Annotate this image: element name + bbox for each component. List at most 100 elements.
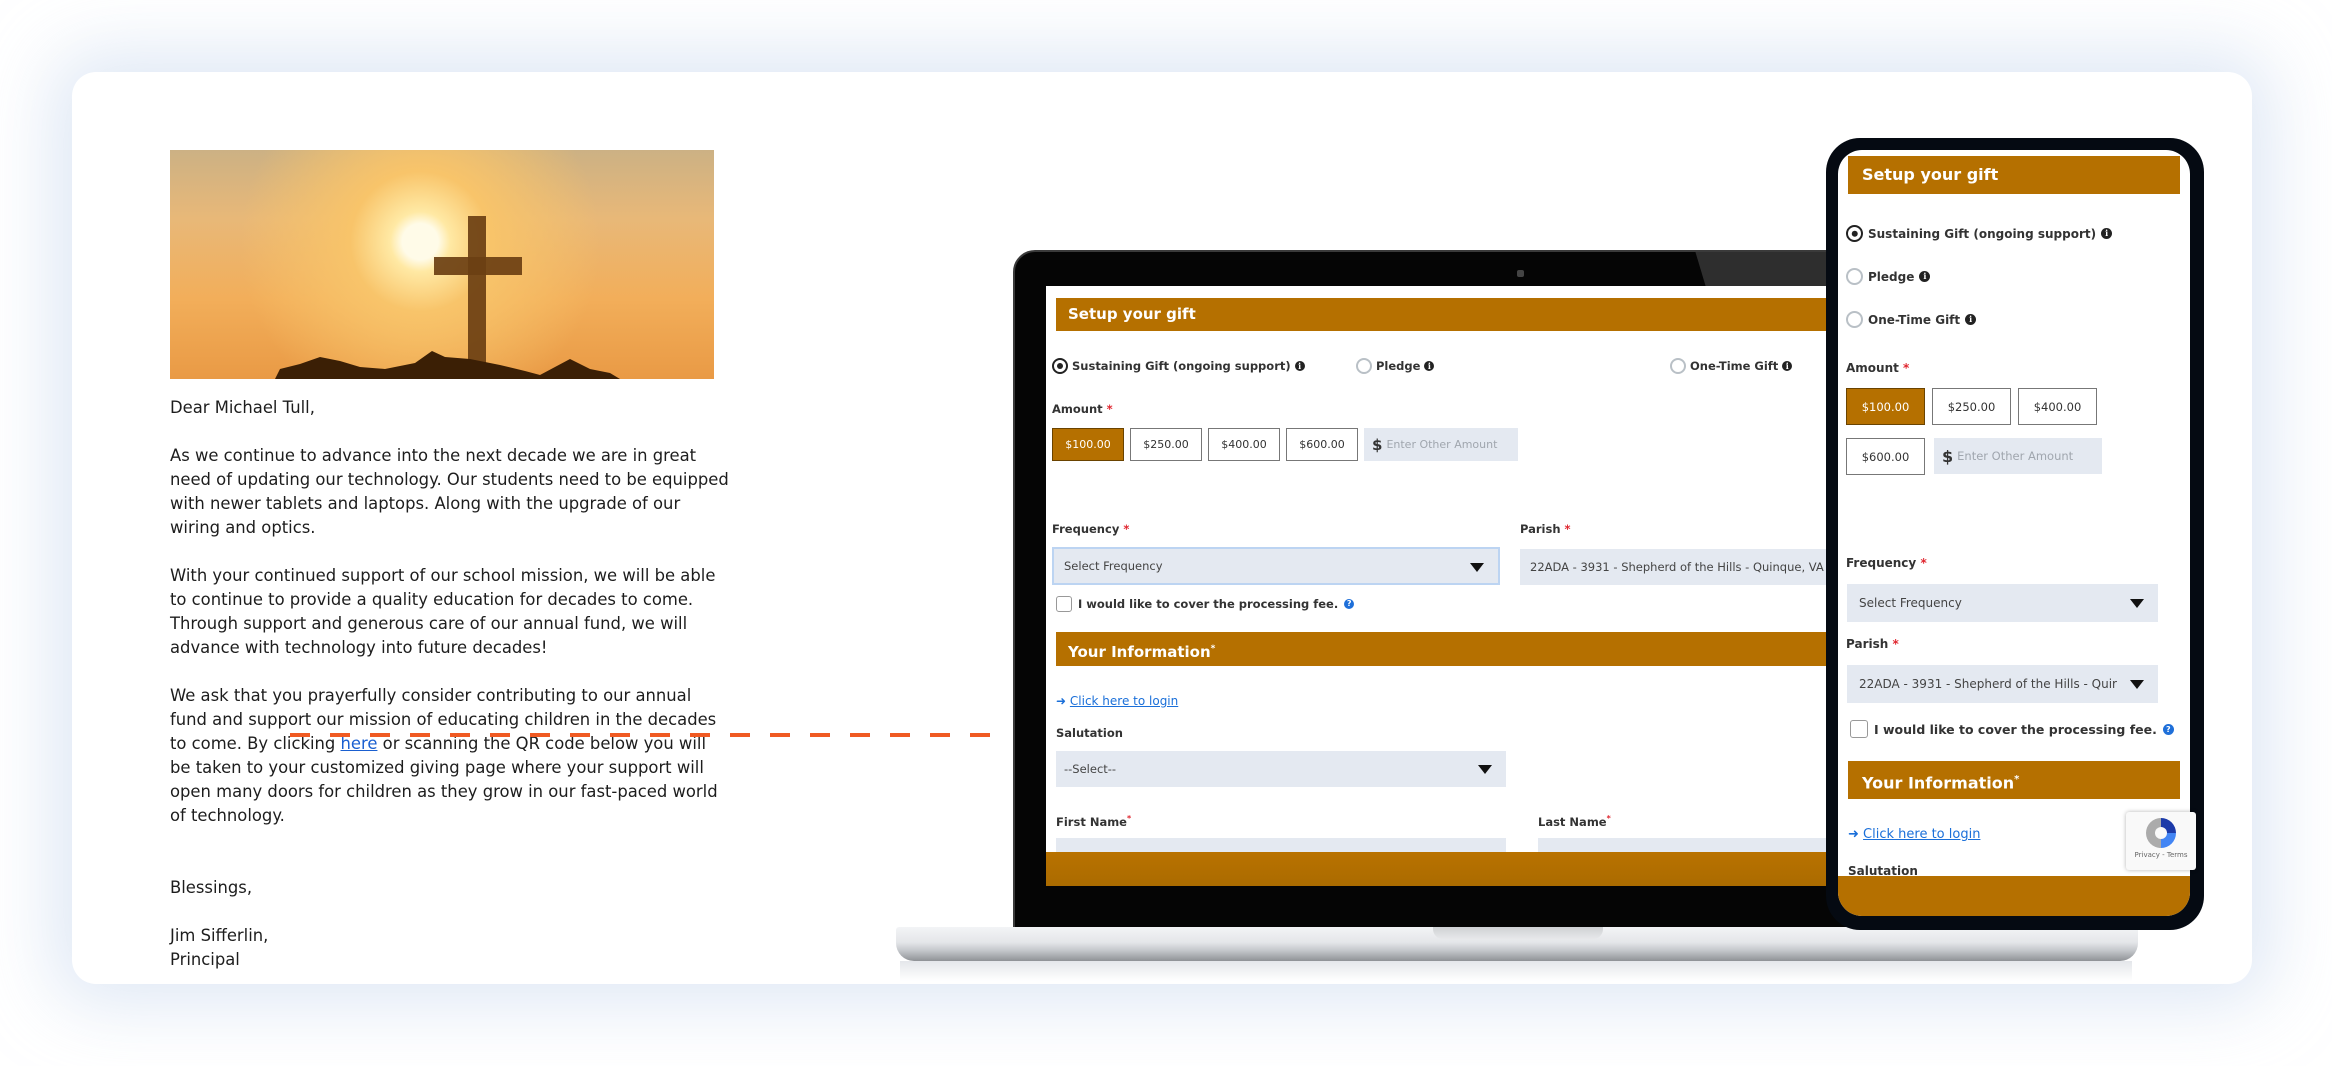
radio-button[interactable] — [1846, 311, 1863, 328]
last-name-label: Last Name* — [1538, 814, 1611, 829]
connector-dashed-line — [290, 733, 1010, 737]
parish-value: 22ADA - 3931 - Shepherd of the Hills - Q… — [1859, 677, 2117, 691]
rocks-silhouette — [275, 351, 620, 379]
info-icon[interactable]: i — [2101, 228, 2113, 239]
signature-title: Principal — [170, 950, 240, 969]
processing-fee-checkbox[interactable] — [1850, 720, 1868, 738]
info-icon[interactable]: i — [1782, 361, 1793, 371]
recaptcha-links[interactable]: Privacy - Terms — [2126, 851, 2196, 859]
amount-options-row-2: $600.00 $ Enter Other Amount — [1846, 438, 2102, 475]
setup-gift-header: Setup your gift — [1848, 156, 2180, 194]
frequency-value: Select Frequency — [1859, 596, 1962, 610]
camera-icon — [1517, 270, 1524, 277]
amount-600-button[interactable]: $600.00 — [1286, 428, 1358, 461]
info-icon[interactable]: i — [1294, 361, 1305, 371]
your-information-header: Your Information* — [1056, 632, 1856, 666]
amount-250-button[interactable]: $250.00 — [1130, 428, 1202, 461]
laptop-notch — [1433, 927, 1603, 939]
your-information-header: Your Information* — [1848, 761, 2180, 799]
sign-in-icon: ➜ — [1848, 827, 1859, 842]
gift-type-pledge[interactable]: Pledge i — [1846, 268, 1931, 285]
frequency-value: Select Frequency — [1064, 559, 1163, 573]
parish-value: 22ADA - 3931 - Shepherd of the Hills - Q… — [1530, 560, 1832, 574]
salutation-select[interactable]: --Select-- — [1056, 751, 1506, 787]
processing-fee-checkbox[interactable] — [1056, 596, 1072, 612]
processing-fee-label: I would like to cover the processing fee… — [1078, 597, 1339, 611]
radio-button[interactable] — [1670, 358, 1686, 374]
amount-250-button[interactable]: $250.00 — [1932, 388, 2011, 425]
gift-type-label: Pledge — [1868, 269, 1915, 284]
laptop-reflection — [900, 961, 2132, 981]
cross-arm — [434, 257, 522, 275]
setup-gift-header: Setup your gift — [1056, 298, 1856, 331]
amount-600-button[interactable]: $600.00 — [1846, 438, 1925, 475]
radio-button[interactable] — [1846, 225, 1863, 242]
login-link-row[interactable]: ➜ Click here to login — [1848, 827, 1980, 842]
letter-paragraph-3: We ask that you prayerfully consider con… — [170, 684, 730, 828]
first-name-label: First Name* — [1056, 814, 1132, 829]
login-link[interactable]: Click here to login — [1070, 694, 1178, 708]
gift-type-label: One-Time Gift — [1690, 359, 1779, 373]
gift-type-sustaining[interactable]: Sustaining Gift (ongoing support) i — [1052, 358, 1305, 374]
sign-in-icon: ➜ — [1056, 694, 1067, 708]
info-icon[interactable]: i — [1424, 361, 1435, 371]
gift-type-pledge[interactable]: Pledge i — [1356, 358, 1435, 374]
amount-100-button[interactable]: $100.00 — [1052, 428, 1124, 461]
frequency-select[interactable]: Select Frequency — [1847, 584, 2158, 622]
gift-type-label: Sustaining Gift (ongoing support) — [1868, 226, 2097, 241]
amount-options-row-1: $100.00 $250.00 $400.00 — [1846, 388, 2097, 425]
amount-400-button[interactable]: $400.00 — [1208, 428, 1280, 461]
caret-down-icon — [1478, 765, 1492, 774]
amount-label: Amount * — [1052, 402, 1113, 416]
letter-body: Dear Michael Tull, As we continue to adv… — [170, 396, 730, 972]
parish-label: Parish * — [1846, 637, 1899, 651]
info-icon[interactable]: i — [1919, 271, 1931, 282]
info-icon[interactable]: i — [1965, 314, 1977, 325]
login-link[interactable]: Click here to login — [1863, 827, 1980, 842]
caret-down-icon — [2130, 599, 2144, 608]
amount-100-button[interactable]: $100.00 — [1846, 388, 1925, 425]
frequency-label: Frequency * — [1052, 522, 1130, 536]
dollar-icon: $ — [1372, 435, 1383, 454]
signature-name: Jim Sifferlin, — [170, 926, 269, 945]
help-icon[interactable]: ? — [1344, 599, 1355, 609]
login-link-row[interactable]: ➜ Click here to login — [1056, 694, 1178, 708]
frequency-label: Frequency * — [1846, 556, 1927, 570]
phone-screen-donation-form: Setup your gift Sustaining Gift (ongoing… — [1838, 150, 2190, 916]
parish-label: Parish * — [1520, 522, 1571, 536]
other-amount-input[interactable]: $ Enter Other Amount — [1934, 438, 2102, 474]
letter-paragraph-1: As we continue to advance into the next … — [170, 446, 729, 537]
gift-type-sustaining[interactable]: Sustaining Gift (ongoing support) i — [1846, 225, 2113, 242]
radio-button[interactable] — [1052, 358, 1068, 374]
other-amount-placeholder: Enter Other Amount — [1386, 438, 1498, 451]
letter-paragraph-2: With your continued support of our schoo… — [170, 566, 716, 657]
laptop-screen-donation-form: Setup your gift Sustaining Gift (ongoing… — [1046, 286, 1856, 886]
salutation-label: Salutation — [1056, 726, 1123, 740]
gift-type-one-time[interactable]: One-Time Gift i — [1846, 311, 1977, 328]
other-amount-input[interactable]: $ Enter Other Amount — [1364, 428, 1518, 461]
amount-options: $100.00 $250.00 $400.00 $600.00 $ Enter … — [1052, 428, 1518, 461]
form-footer-bar — [1046, 852, 1856, 886]
caret-down-icon — [2130, 680, 2144, 689]
form-footer-bar — [1838, 876, 2190, 916]
dollar-icon: $ — [1942, 446, 1954, 466]
recaptcha-badge[interactable]: Privacy - Terms — [2126, 812, 2196, 870]
help-icon[interactable]: ? — [2162, 723, 2174, 735]
letter-closing: Blessings, — [170, 878, 253, 897]
letter-greeting: Dear Michael Tull, — [170, 398, 315, 417]
gift-type-label: Sustaining Gift (ongoing support) — [1072, 359, 1291, 373]
parish-select[interactable]: 22ADA - 3931 - Shepherd of the Hills - Q… — [1847, 665, 2158, 703]
gift-type-label: Pledge — [1376, 359, 1421, 373]
processing-fee-checkbox-row[interactable]: I would like to cover the processing fee… — [1056, 596, 1355, 612]
cross-at-sunset-image — [170, 150, 714, 379]
radio-button[interactable] — [1846, 268, 1863, 285]
processing-fee-checkbox-row[interactable]: I would like to cover the processing fee… — [1850, 720, 2174, 738]
amount-400-button[interactable]: $400.00 — [2018, 388, 2097, 425]
amount-label: Amount * — [1846, 361, 1910, 375]
frequency-select[interactable]: Select Frequency — [1052, 547, 1500, 585]
recaptcha-icon — [2146, 818, 2176, 848]
gift-type-one-time[interactable]: One-Time Gift i — [1670, 358, 1793, 374]
parish-select[interactable]: 22ADA - 3931 - Shepherd of the Hills - Q… — [1520, 549, 1856, 585]
radio-button[interactable] — [1356, 358, 1372, 374]
processing-fee-label: I would like to cover the processing fee… — [1874, 721, 2157, 737]
